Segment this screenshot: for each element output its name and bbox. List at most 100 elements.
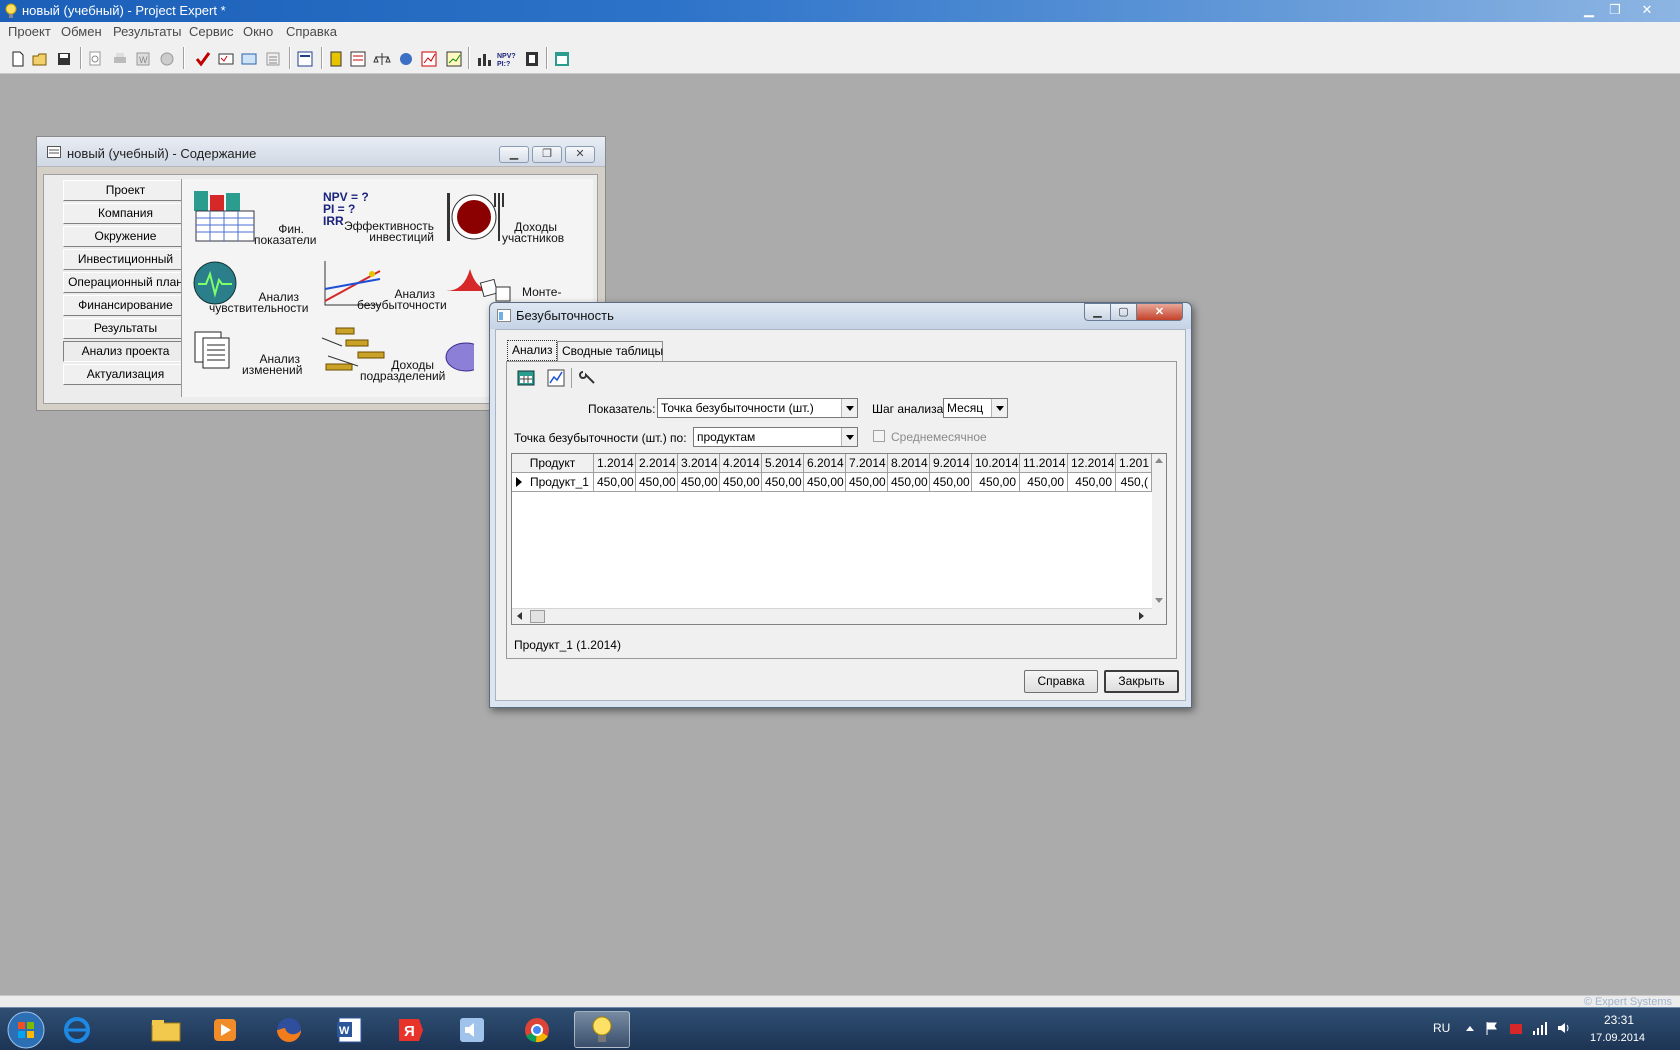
film-icon[interactable] [523,50,541,68]
check-icon[interactable] [194,50,212,68]
npv-pi-icon[interactable]: NPV?PI:? [497,50,519,68]
window-menu-icon[interactable] [47,146,61,158]
excel-export-icon[interactable] [158,50,176,68]
grid-header-cell[interactable]: 3.2014 [678,454,720,473]
grid-header-cell[interactable]: 5.2014 [762,454,804,473]
nav-company[interactable]: Компания [63,203,188,224]
clock-date[interactable]: 17.09.2014 [1590,1032,1645,1044]
menu-project[interactable]: Проект [8,24,51,39]
tab-analysis[interactable]: Анализ [507,340,557,361]
menu-service[interactable]: Сервис [189,24,234,39]
taskbar-ie[interactable] [50,1011,106,1048]
grid-header-cell[interactable]: 11.2014 [1020,454,1068,473]
grid-cell[interactable]: 450,00 [1068,473,1116,492]
minimize-button[interactable]: ▁ [1576,0,1602,20]
nav-investment-plan[interactable]: Инвестиционный план [63,249,188,285]
dialog-minimize-button[interactable]: ▁ [1084,303,1111,321]
line-chart-icon[interactable] [445,50,463,68]
grid-header-cell[interactable]: 1.201 [1116,454,1152,473]
restore-button[interactable]: ❐ [1602,0,1628,20]
settings-wrench-icon[interactable] [578,368,598,388]
grid-header-cell[interactable]: 10.2014 [972,454,1020,473]
contents-close-button[interactable]: ✕ [565,146,595,163]
row-header-cell[interactable]: Продукт_1 [512,473,594,492]
scroll-right-icon[interactable] [1139,612,1144,620]
indicator-select[interactable]: Точка безубыточности (шт.) [657,398,858,418]
grid-header-cell[interactable]: 1.2014 [594,454,636,473]
taskbar-chrome[interactable] [510,1011,566,1048]
dialog-maximize-button[interactable]: ▢ [1110,303,1137,321]
grid-horizontal-scrollbar[interactable] [512,608,1152,624]
chart-report-icon[interactable] [420,50,438,68]
save-icon[interactable] [55,50,73,68]
nav-actualization[interactable]: Актуализация [63,364,188,385]
close-button[interactable]: ✕ [1634,0,1660,20]
nav-project-analysis[interactable]: Анализ проекта [63,341,188,362]
volume-icon[interactable] [1556,1020,1572,1036]
menu-help[interactable]: Справка [286,24,337,39]
breakeven-grid[interactable]: Продукт 1.2014 2.2014 3.2014 4.2014 5.20… [511,453,1167,625]
table-icon[interactable] [327,50,345,68]
contents-restore-button[interactable]: ❐ [532,146,562,163]
chevron-down-icon[interactable] [991,399,1007,417]
security-icon[interactable] [1508,1020,1524,1036]
scroll-up-icon[interactable] [1155,458,1163,463]
grid-header-cell[interactable]: 6.2014 [804,454,846,473]
clock-time[interactable]: 23:31 [1604,1013,1634,1027]
grid-header-cell[interactable]: 2.2014 [636,454,678,473]
chevron-down-icon[interactable] [841,399,857,417]
new-document-icon[interactable] [9,50,27,68]
help-button[interactable]: Справка [1024,670,1098,693]
bar-chart-icon[interactable] [475,50,493,68]
taskbar-word[interactable]: W [323,1011,379,1048]
tray-expand-icon[interactable] [1466,1026,1474,1031]
menu-window[interactable]: Окно [243,24,273,39]
breakeven-by-select[interactable]: продуктам [693,427,858,447]
grid-cell[interactable]: 450,00 [846,473,888,492]
scroll-thumb[interactable] [530,610,545,623]
table-chart-icon[interactable] [553,50,571,68]
list-icon[interactable] [264,50,282,68]
grid-header-cell[interactable]: 8.2014 [888,454,930,473]
calc-icon[interactable] [217,50,235,68]
close-dialog-button[interactable]: Закрыть [1104,670,1179,693]
contents-minimize-button[interactable]: ▁ [499,146,529,163]
grid-header-cell[interactable]: 9.2014 [930,454,972,473]
nav-results[interactable]: Результаты [63,318,188,339]
taskbar-explorer[interactable] [138,1011,194,1048]
grid-cell[interactable]: 450,00 [930,473,972,492]
menu-exchange[interactable]: Обмен [61,24,102,39]
cashflow-icon[interactable] [349,50,367,68]
language-indicator[interactable]: RU [1433,1021,1450,1035]
tab-summary-tables[interactable]: Сводные таблицы [557,341,663,361]
grid-cell[interactable]: 450,00 [636,473,678,492]
grid-cell[interactable]: 450,00 [594,473,636,492]
nav-operational-plan[interactable]: Операционный план [63,272,188,293]
chart-view-icon[interactable] [546,368,566,388]
scroll-down-icon[interactable] [1155,598,1163,603]
nav-project[interactable]: Проект [63,180,188,201]
grid-header-cell[interactable]: 7.2014 [846,454,888,473]
monthly-average-checkbox[interactable] [873,430,885,442]
step-select[interactable]: Месяц [943,398,1008,418]
start-button-icon[interactable] [6,1010,46,1050]
menu-results[interactable]: Результаты [113,24,181,39]
open-folder-icon[interactable] [31,50,49,68]
grid-cell[interactable]: 450,00 [762,473,804,492]
grid-cell[interactable]: 450,00 [720,473,762,492]
balance-icon[interactable] [373,50,391,68]
nav-financing[interactable]: Финансирование [63,295,188,316]
grid-header-cell[interactable]: 4.2014 [720,454,762,473]
sync-icon[interactable] [240,50,258,68]
print-preview-icon[interactable] [86,50,104,68]
scroll-left-icon[interactable] [517,612,522,620]
grid-cell[interactable]: 450,00 [1020,473,1068,492]
network-icon[interactable] [1532,1020,1548,1036]
grid-cell[interactable]: 450,( [1116,473,1152,492]
grid-header-cell[interactable]: Продукт [512,454,594,473]
taskbar-yandex[interactable]: Я [384,1011,440,1048]
grid-vertical-scrollbar[interactable] [1152,454,1166,624]
grid-cell[interactable]: 450,00 [888,473,930,492]
grid-header-cell[interactable]: 12.2014 [1068,454,1116,473]
globe-report-icon[interactable] [397,50,415,68]
